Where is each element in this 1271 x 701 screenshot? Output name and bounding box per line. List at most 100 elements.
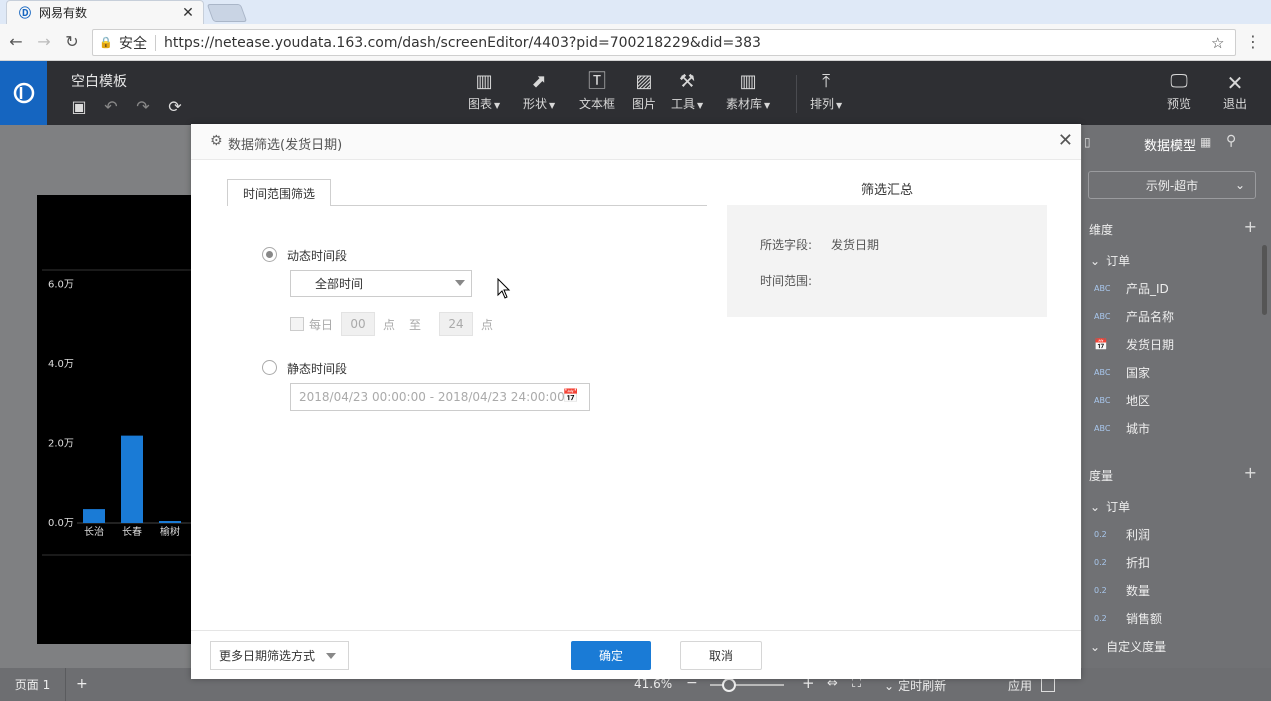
static-period-radio[interactable] — [262, 360, 277, 375]
add-page-button[interactable]: + — [76, 676, 88, 692]
dimension-item-label: 产品_ID — [1126, 282, 1169, 296]
field-type-icon: ABC — [1094, 284, 1111, 293]
collapse-panel-icon[interactable]: ▯ — [1084, 135, 1091, 149]
dimension-group-label: 订单 — [1106, 254, 1131, 268]
static-range-value: 2018/04/23 00:00:00 - 2018/04/23 24:00:0… — [299, 390, 565, 404]
canvas-bar-chart[interactable]: 6.0万 4.0万 2.0万 0.0万长治 长春 榆树 — [37, 195, 197, 644]
dataset-select[interactable]: 示例-超市 ⌄ — [1088, 171, 1256, 199]
filter-summary-box: 所选字段: 发货日期 时间范围: — [727, 205, 1047, 317]
more-date-filter-label: 更多日期筛选方式 — [219, 649, 316, 663]
measure-item[interactable]: 0.2 数量 — [1094, 582, 1150, 599]
panel-header: ▯ 数据模型 ▦ ⚲ — [1082, 125, 1271, 161]
exit-button[interactable]: ✕ 退出 — [1223, 71, 1247, 112]
dimension-group[interactable]: ⌄ 订单 — [1090, 252, 1130, 269]
daily-end-input[interactable]: 24 — [439, 312, 474, 336]
date-field-icon: 📅 — [1094, 338, 1108, 351]
panel-scrollbar[interactable] — [1262, 245, 1267, 315]
measure-item[interactable]: 0.2 销售额 — [1094, 610, 1162, 627]
mouse-cursor-icon — [497, 278, 511, 299]
chevron-down-icon: ⌄ — [1090, 500, 1101, 514]
dynamic-period-radio[interactable] — [262, 247, 277, 262]
dimension-item[interactable]: ABC 城市 — [1094, 420, 1150, 437]
measure-item[interactable]: 0.2 折扣 — [1094, 554, 1150, 571]
page-tab[interactable]: 页面 1 — [0, 668, 66, 701]
undo-icon[interactable]: ↶ — [102, 97, 120, 116]
tool-chart[interactable]: ▥ 图表 ▼ — [468, 71, 500, 112]
dimension-item[interactable]: ABC 产品_ID — [1094, 280, 1169, 297]
tab-time-range-filter[interactable]: 时间范围筛选 — [227, 179, 331, 206]
dimension-item[interactable]: 📅 发货日期 — [1094, 336, 1174, 353]
tool-tools[interactable]: ⚒ 工具 ▼ — [671, 71, 703, 112]
tool-image[interactable]: ▨ 图片 — [632, 71, 656, 112]
image-icon: ▨ — [635, 71, 653, 92]
browser-tab[interactable]: Ⓓ 网易有数 ✕ — [6, 0, 204, 24]
dynamic-period-select[interactable]: 全部时间 — [290, 270, 472, 297]
dimension-item[interactable]: ABC 产品名称 — [1094, 308, 1174, 325]
static-range-input[interactable]: 2018/04/23 00:00:00 - 2018/04/23 24:00:0… — [290, 383, 590, 411]
daily-start-input[interactable]: 00 — [341, 312, 376, 336]
tool-tools-label: 工具 — [671, 97, 696, 111]
dimension-item-label: 地区 — [1126, 394, 1151, 408]
field-type-icon: ABC — [1094, 368, 1111, 377]
dimension-item-label: 城市 — [1126, 422, 1151, 436]
apply-checkbox[interactable] — [1041, 678, 1055, 692]
measure-item[interactable]: 0.2 利润 — [1094, 526, 1150, 543]
secure-label: 安全 — [119, 35, 147, 52]
zoom-slider-handle[interactable] — [722, 678, 736, 692]
forward-icon[interactable]: → — [34, 32, 54, 52]
chart-bar[interactable] — [121, 435, 143, 523]
chart-bar[interactable] — [83, 509, 105, 523]
field-type-icon: 0.2 — [1094, 558, 1107, 567]
calendar-icon[interactable]: 📅 — [563, 389, 579, 404]
tab-close-icon[interactable]: ✕ — [179, 5, 197, 21]
tool-library-label: 素材库 — [726, 97, 763, 111]
tool-library[interactable]: ▥ 素材库 ▼ — [726, 71, 770, 112]
chart-bar[interactable] — [159, 521, 181, 523]
tool-arrange[interactable]: ⤒ 排列 ▼ — [810, 71, 842, 112]
auto-refresh-toggle[interactable]: ⌄ 定时刷新 — [884, 677, 946, 694]
bookmark-star-icon[interactable]: ☆ — [1211, 34, 1235, 52]
y-tick-label: 0.0万 — [48, 518, 74, 529]
tool-textbox[interactable]: 🅃 文本框 — [579, 71, 615, 112]
more-date-filter-dropdown[interactable]: 更多日期筛选方式 — [210, 641, 349, 670]
measure-group[interactable]: ⌄ 订单 — [1090, 498, 1130, 515]
summary-title: 筛选汇总 — [860, 183, 913, 198]
tool-image-label: 图片 — [632, 97, 657, 111]
table-icon[interactable]: ▦ — [1200, 135, 1211, 149]
template-title[interactable]: 空白模板 — [71, 71, 127, 91]
dimension-section-label: 维度 — [1089, 223, 1114, 237]
daily-checkbox[interactable] — [290, 317, 304, 331]
youdata-favicon-icon: Ⓓ — [19, 6, 32, 20]
custom-measure-group[interactable]: ⌄ 自定义度量 — [1090, 638, 1166, 655]
dialog-header: ⚙ 数据筛选(发货日期) ✕ — [191, 124, 1081, 160]
back-icon[interactable]: ← — [6, 32, 26, 52]
dimension-item[interactable]: ABC 地区 — [1094, 392, 1150, 409]
cancel-button[interactable]: 取消 — [680, 641, 762, 670]
custom-measure-group-label: 自定义度量 — [1106, 640, 1167, 654]
preview-icon: 🖵 — [1170, 71, 1188, 92]
add-measure-icon[interactable]: + — [1244, 463, 1257, 482]
y-tick-label: 6.0万 — [48, 280, 74, 291]
new-tab-button[interactable] — [206, 4, 248, 22]
search-icon[interactable]: ⚲ — [1226, 133, 1236, 149]
y-tick-label: 4.0万 — [48, 359, 74, 370]
hour-label-start: 点 — [383, 317, 396, 332]
save-icon[interactable]: ▣ — [70, 97, 88, 116]
close-icon[interactable]: ✕ — [1058, 130, 1073, 151]
omnibox[interactable]: 🔒 安全 https://netease.youdata.163.com/das… — [92, 29, 1236, 56]
redo-icon[interactable]: ↷ — [134, 97, 152, 116]
browser-menu-icon[interactable]: ⋮ — [1245, 32, 1261, 51]
browser-tab-title: 网易有数 — [39, 6, 88, 20]
dialog-footer: 更多日期筛选方式 确定 取消 — [191, 630, 1081, 679]
confirm-button[interactable]: 确定 — [571, 641, 651, 670]
url-text[interactable]: https://netease.youdata.163.com/dash/scr… — [164, 35, 1211, 51]
tool-shape[interactable]: ⬈ 形状 ▼ — [523, 71, 555, 112]
add-dimension-icon[interactable]: + — [1244, 217, 1257, 236]
refresh-icon[interactable]: ⟳ — [166, 97, 184, 116]
chevron-down-icon — [455, 280, 465, 286]
dimension-item[interactable]: ABC 国家 — [1094, 364, 1150, 381]
dynamic-period-label: 动态时间段 — [287, 249, 348, 263]
reload-icon[interactable]: ↻ — [62, 32, 82, 52]
preview-button[interactable]: 🖵 预览 — [1167, 71, 1191, 112]
summary-field-value: 发货日期 — [831, 238, 880, 252]
